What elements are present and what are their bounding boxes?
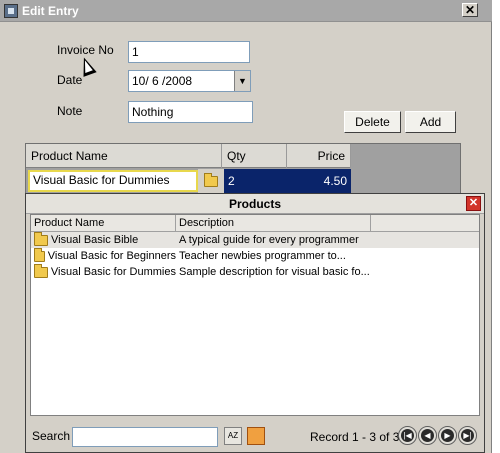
window-icon xyxy=(4,4,18,18)
products-popup: Products ✕ Product Name Description Visu… xyxy=(25,193,485,453)
grid-row[interactable]: Visual Basic for Dummies 2 4.50 xyxy=(26,169,351,193)
search-label: Search xyxy=(32,429,71,443)
note-field[interactable]: Nothing xyxy=(128,101,253,123)
date-picker[interactable]: 10/ 6 /2008 ▼ xyxy=(128,70,251,92)
sort-az-icon[interactable]: AZ xyxy=(224,427,242,445)
invoice-field[interactable]: 1 xyxy=(128,41,250,63)
search-input[interactable] xyxy=(72,427,218,447)
popup-footer: Search AZ Record 1 - 3 of 3 |◀ ◀ ▶ ▶| xyxy=(26,422,484,452)
record-counter: Record 1 - 3 of 3 xyxy=(310,430,400,444)
list-item[interactable]: Visual Basic Bible A typical guide for e… xyxy=(31,232,479,248)
list-header-name[interactable]: Product Name xyxy=(31,215,176,232)
popup-title: Products xyxy=(26,194,484,214)
list-item-description: A typical guide for every programmer xyxy=(179,234,359,246)
folder-icon xyxy=(34,248,45,262)
list-item-name: Visual Basic for Beginners xyxy=(47,250,176,262)
list-item-description: Teacher newbies programmer to... xyxy=(179,250,346,262)
grid-header: Product Name Qty Price xyxy=(26,144,351,168)
last-icon: ▶| xyxy=(461,429,474,442)
window-close-button[interactable]: ✕ xyxy=(462,3,478,17)
date-dropdown-button[interactable]: ▼ xyxy=(234,71,250,91)
date-label: Date xyxy=(57,73,83,87)
list-item-description: Sample description for visual basic fo..… xyxy=(179,266,370,278)
title-bar[interactable]: Edit Entry ✕ xyxy=(0,0,492,22)
first-icon: |◀ xyxy=(401,429,414,442)
last-record-button[interactable]: ▶| xyxy=(458,426,477,445)
filter-icon[interactable] xyxy=(247,427,265,445)
list-item-name: Visual Basic Bible xyxy=(51,234,139,246)
list-header: Product Name Description xyxy=(31,215,479,232)
folder-icon xyxy=(34,232,48,246)
prev-icon: ◀ xyxy=(421,429,434,442)
product-browse-button[interactable] xyxy=(198,169,224,193)
grid-header-product[interactable]: Product Name xyxy=(26,144,222,168)
next-record-button[interactable]: ▶ xyxy=(438,426,457,445)
list-header-description[interactable]: Description xyxy=(176,215,371,232)
grid-header-qty[interactable]: Qty xyxy=(222,144,287,168)
invoice-label: Invoice No xyxy=(57,43,114,57)
window-title: Edit Entry xyxy=(22,4,79,18)
prev-record-button[interactable]: ◀ xyxy=(418,426,437,445)
list-item[interactable]: Visual Basic for Dummies Sample descript… xyxy=(31,264,479,280)
date-value: 10/ 6 /2008 xyxy=(132,74,193,88)
folder-icon xyxy=(204,172,218,187)
first-record-button[interactable]: |◀ xyxy=(398,426,417,445)
product-cell-editor[interactable]: Visual Basic for Dummies xyxy=(28,170,198,192)
popup-close-button[interactable]: ✕ xyxy=(466,196,481,211)
next-icon: ▶ xyxy=(441,429,454,442)
products-list: Product Name Description Visual Basic Bi… xyxy=(30,214,480,416)
qty-cell[interactable]: 2 xyxy=(224,169,287,193)
price-cell[interactable]: 4.50 xyxy=(287,169,351,193)
note-label: Note xyxy=(57,104,83,118)
grid-header-price[interactable]: Price xyxy=(287,144,351,168)
list-item-name: Visual Basic for Dummies xyxy=(50,266,176,278)
folder-icon xyxy=(34,264,48,278)
delete-button[interactable]: Delete xyxy=(344,111,401,133)
add-button[interactable]: Add xyxy=(405,111,456,133)
list-item[interactable]: Visual Basic for Beginners Teacher newbi… xyxy=(31,248,479,264)
